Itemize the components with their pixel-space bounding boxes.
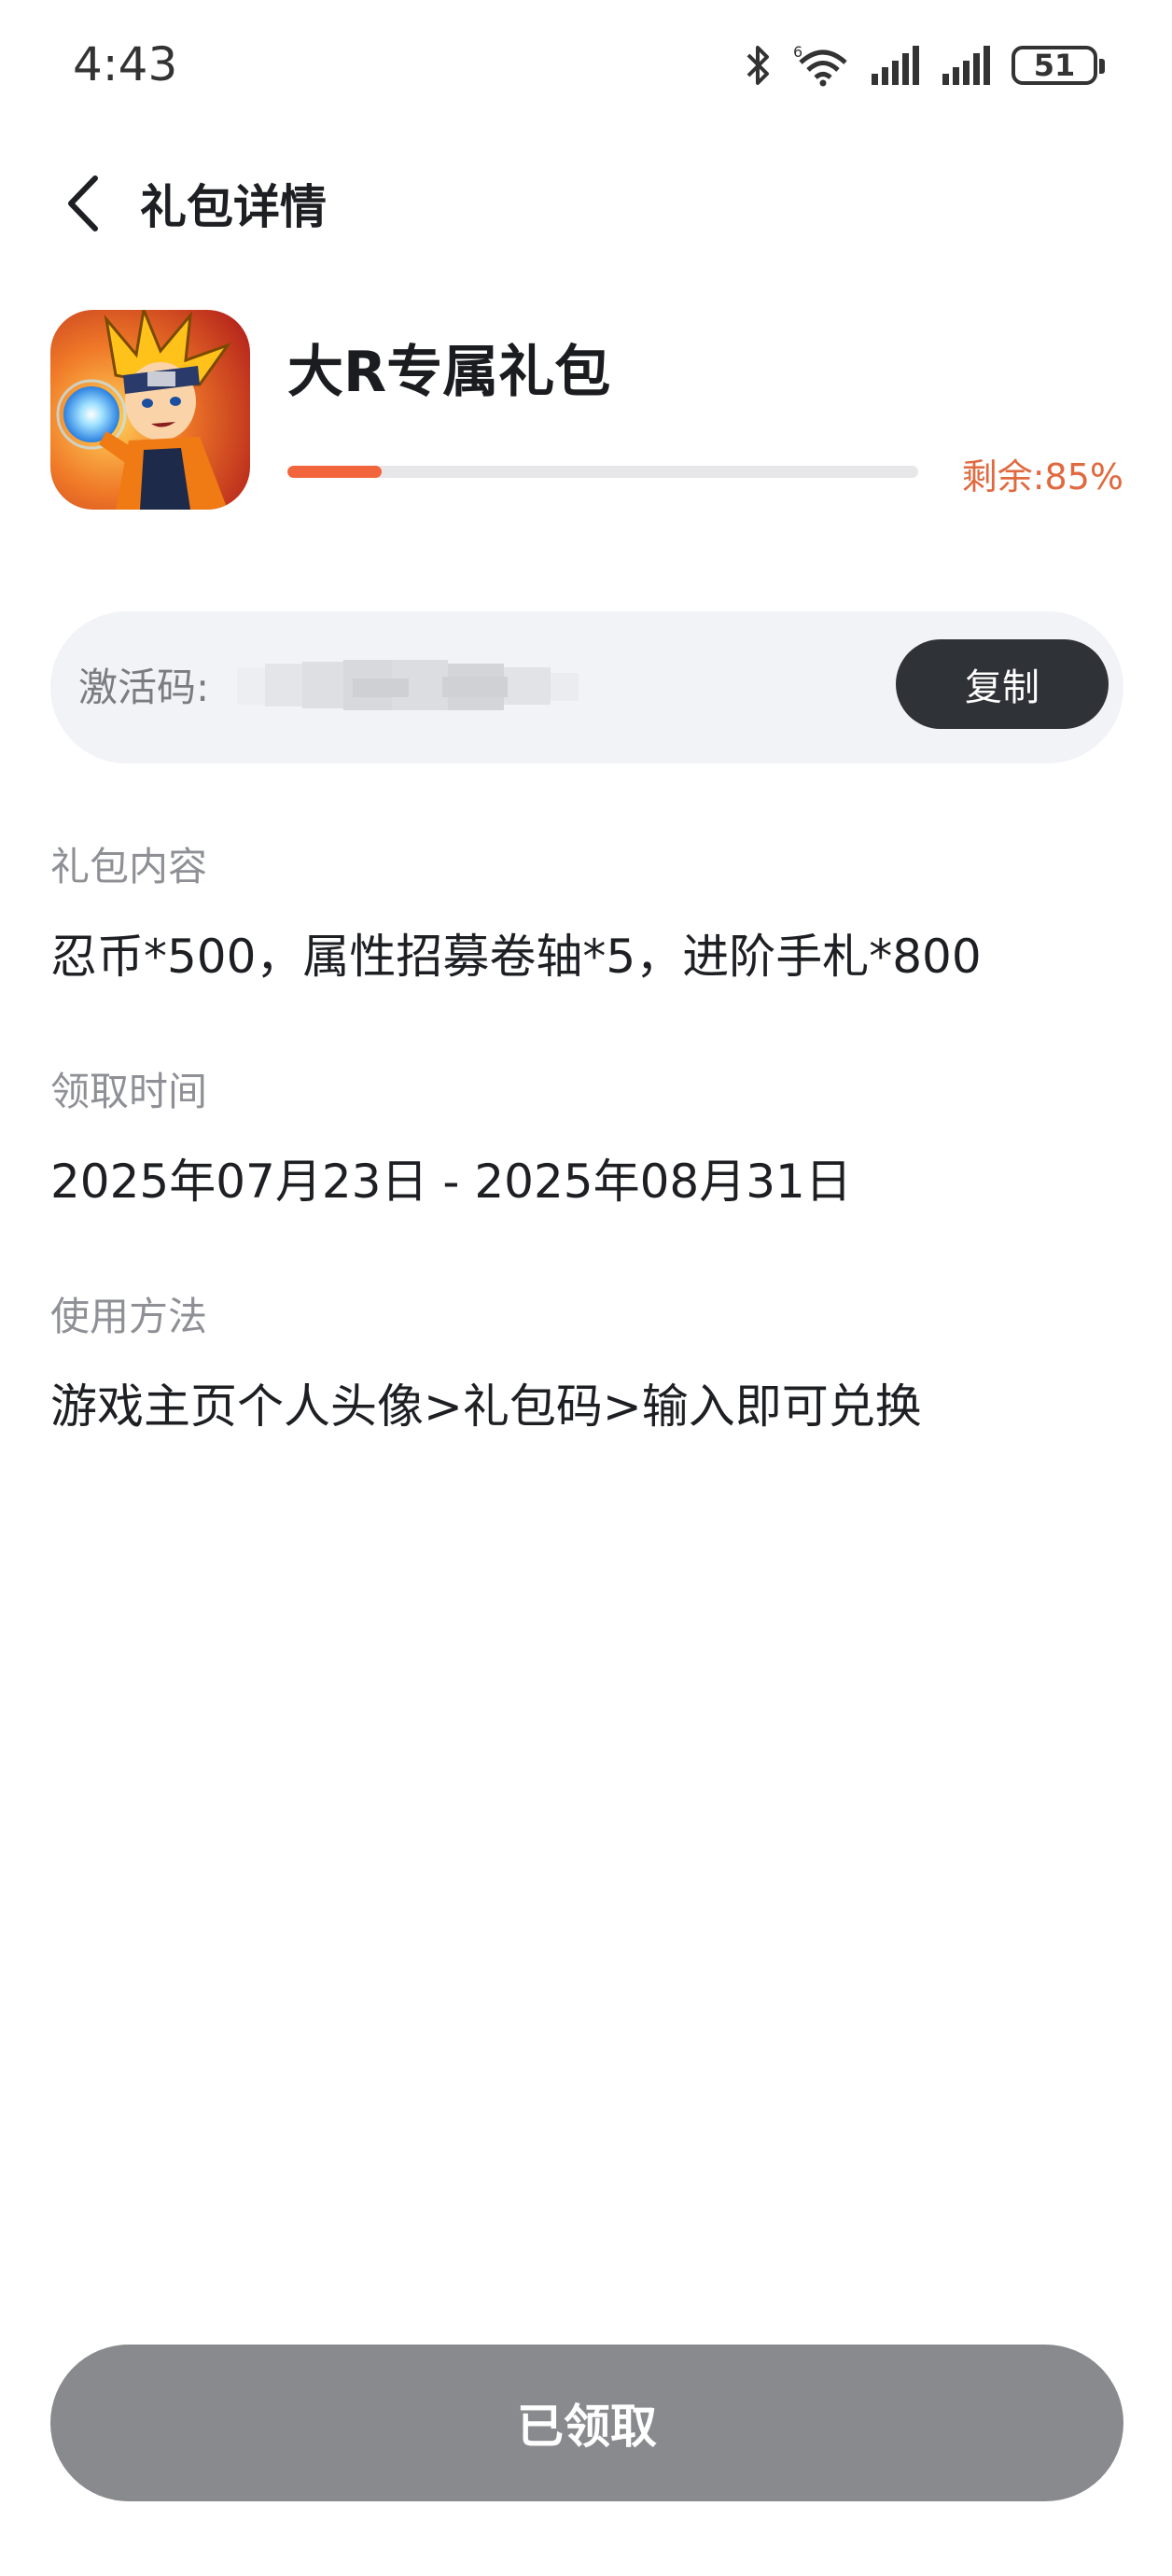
battery-icon: 51 — [1012, 46, 1105, 85]
svg-text:6: 6 — [793, 44, 802, 61]
claim-time-label: 领取时间 — [50, 1069, 208, 1114]
copy-button[interactable]: 复制 — [896, 639, 1109, 729]
usage-value: 游戏主页个人头像>礼包码>输入即可兑换 — [50, 1379, 922, 1434]
bluetooth-icon — [746, 46, 769, 85]
progress-fill — [287, 466, 383, 478]
status-bar: 4:43 6 51 — [0, 0, 1172, 131]
activation-code-redacted — [237, 660, 579, 710]
back-button[interactable] — [45, 166, 119, 241]
header: 礼包详情 — [0, 149, 1172, 252]
usage-label: 使用方法 — [50, 1294, 208, 1339]
back-arrow-icon — [68, 175, 98, 231]
status-icons: 6 51 — [745, 39, 1105, 91]
activation-code-label: 激活码: — [78, 665, 210, 710]
gift-name: 大R专属礼包 — [287, 340, 611, 405]
remaining-progress-bar — [287, 466, 918, 478]
status-time: 4:43 — [73, 37, 178, 91]
remaining-percentage: 剩余:85% — [961, 456, 1123, 497]
activation-code-box: 激活码: 复制 — [50, 611, 1123, 763]
content-value: 忍币*500，属性招募卷轴*5，进阶手札*800 — [50, 930, 982, 984]
claim-time-value: 2025年07月23日 - 2025年08月31日 — [50, 1155, 852, 1209]
signal-icon — [942, 46, 990, 85]
signal-icon — [872, 46, 919, 85]
page-title: 礼包详情 — [140, 180, 327, 234]
claimed-button[interactable]: 已领取 — [50, 2345, 1123, 2501]
wifi-icon: 6 — [793, 44, 847, 87]
battery-level: 51 — [1033, 48, 1076, 83]
content-label: 礼包内容 — [50, 844, 208, 889]
game-icon — [50, 310, 250, 510]
gift-detail-page: 4:43 6 51 礼包详情 大R专属礼包 剩余:85% 激活码: 复制 礼包内… — [0, 0, 1172, 2576]
